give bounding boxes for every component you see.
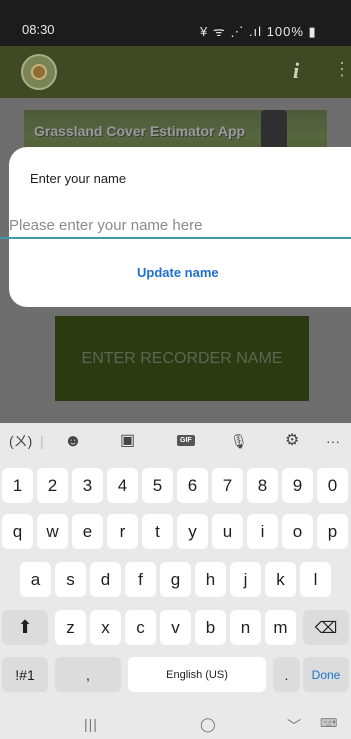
navigation-bar: ||| ◯ ﹀ ⌨ xyxy=(0,716,351,739)
key-j[interactable]: j xyxy=(230,562,261,597)
sticker-icon[interactable]: ▣ xyxy=(120,433,135,449)
key-0[interactable]: 0 xyxy=(317,468,348,503)
key-1[interactable]: 1 xyxy=(2,468,33,503)
keyboard-hide-icon[interactable]: ⌨ xyxy=(320,716,337,730)
mic-icon[interactable]: 🎙 xyxy=(230,433,248,449)
emoji-icon[interactable]: ☻ xyxy=(64,432,82,449)
status-time: 08:30 xyxy=(22,22,55,37)
key-g[interactable]: g xyxy=(160,562,191,597)
home-icon[interactable]: ◯ xyxy=(200,716,216,733)
soft-keyboard: (ㄨ) | ☻ ▣ GIF 🎙 ⚙ ··· 1 2 3 4 5 6 7 8 9 … xyxy=(0,423,351,739)
back-icon[interactable]: ﹀ xyxy=(287,716,301,736)
key-i[interactable]: i xyxy=(247,514,278,549)
key-h[interactable]: h xyxy=(195,562,226,597)
name-dialog: Enter your name Update name xyxy=(0,147,351,307)
key-7[interactable]: 7 xyxy=(212,468,243,503)
banner-title: Grassland Cover Estimator App xyxy=(34,123,246,139)
key-4[interactable]: 4 xyxy=(107,468,138,503)
key-b[interactable]: b xyxy=(195,610,226,645)
key-v[interactable]: v xyxy=(160,610,191,645)
more-options-icon[interactable]: ⋮ xyxy=(333,60,351,78)
keyboard-toolbar: (ㄨ) | ☻ ▣ GIF 🎙 ⚙ ··· xyxy=(0,423,351,461)
key-2[interactable]: 2 xyxy=(37,468,68,503)
banner-boots-figure xyxy=(261,110,287,150)
key-a[interactable]: a xyxy=(20,562,51,597)
key-5[interactable]: 5 xyxy=(142,468,173,503)
key-y[interactable]: y xyxy=(177,514,208,549)
key-z[interactable]: z xyxy=(55,610,86,645)
key-u[interactable]: u xyxy=(212,514,243,549)
done-key[interactable]: Done xyxy=(303,657,349,692)
key-w[interactable]: w xyxy=(37,514,68,549)
key-l[interactable]: l xyxy=(300,562,331,597)
settings-icon[interactable]: ⚙ xyxy=(285,433,299,449)
key-c[interactable]: c xyxy=(125,610,156,645)
enter-recorder-name-button[interactable]: ENTER RECORDER NAME xyxy=(55,316,309,401)
translate-icon[interactable]: (ㄨ) xyxy=(9,433,32,449)
symbols-key[interactable]: !#1 xyxy=(2,657,48,692)
key-x[interactable]: x xyxy=(90,610,121,645)
key-k[interactable]: k xyxy=(265,562,296,597)
period-key[interactable]: . xyxy=(273,657,300,692)
app-logo-emblem xyxy=(31,64,47,80)
key-e[interactable]: e xyxy=(72,514,103,549)
key-n[interactable]: n xyxy=(230,610,261,645)
key-s[interactable]: s xyxy=(55,562,86,597)
comma-key[interactable]: , xyxy=(55,657,121,692)
more-icon[interactable]: ··· xyxy=(326,433,340,449)
recents-icon[interactable]: ||| xyxy=(84,716,98,732)
key-f[interactable]: f xyxy=(125,562,156,597)
key-d[interactable]: d xyxy=(90,562,121,597)
backspace-key[interactable]: ⌫ xyxy=(303,610,349,645)
shift-key[interactable]: ⬆ xyxy=(2,610,48,645)
app-logo-icon[interactable] xyxy=(21,54,57,90)
update-name-button[interactable]: Update name xyxy=(137,265,219,280)
dialog-title: Enter your name xyxy=(30,171,127,186)
key-t[interactable]: t xyxy=(142,514,173,549)
app-bar: i ⋮ xyxy=(0,46,351,98)
key-6[interactable]: 6 xyxy=(177,468,208,503)
gif-icon[interactable]: GIF xyxy=(177,435,195,446)
info-icon[interactable]: i xyxy=(293,58,299,84)
key-8[interactable]: 8 xyxy=(247,468,278,503)
key-o[interactable]: o xyxy=(282,514,313,549)
recorder-button-label: ENTER RECORDER NAME xyxy=(81,349,283,367)
status-indicators: ¥ ᯤ ⋰ .ıl 100% ▮ xyxy=(200,24,317,39)
status-bar: 08:30 ¥ ᯤ ⋰ .ıl 100% ▮ xyxy=(0,0,351,46)
space-key[interactable]: English (US) xyxy=(128,657,266,692)
key-r[interactable]: r xyxy=(107,514,138,549)
key-p[interactable]: p xyxy=(317,514,348,549)
toolbar-divider: | xyxy=(40,433,44,449)
key-9[interactable]: 9 xyxy=(282,468,313,503)
name-input[interactable] xyxy=(0,213,351,239)
key-3[interactable]: 3 xyxy=(72,468,103,503)
key-q[interactable]: q xyxy=(2,514,33,549)
key-m[interactable]: m xyxy=(265,610,296,645)
